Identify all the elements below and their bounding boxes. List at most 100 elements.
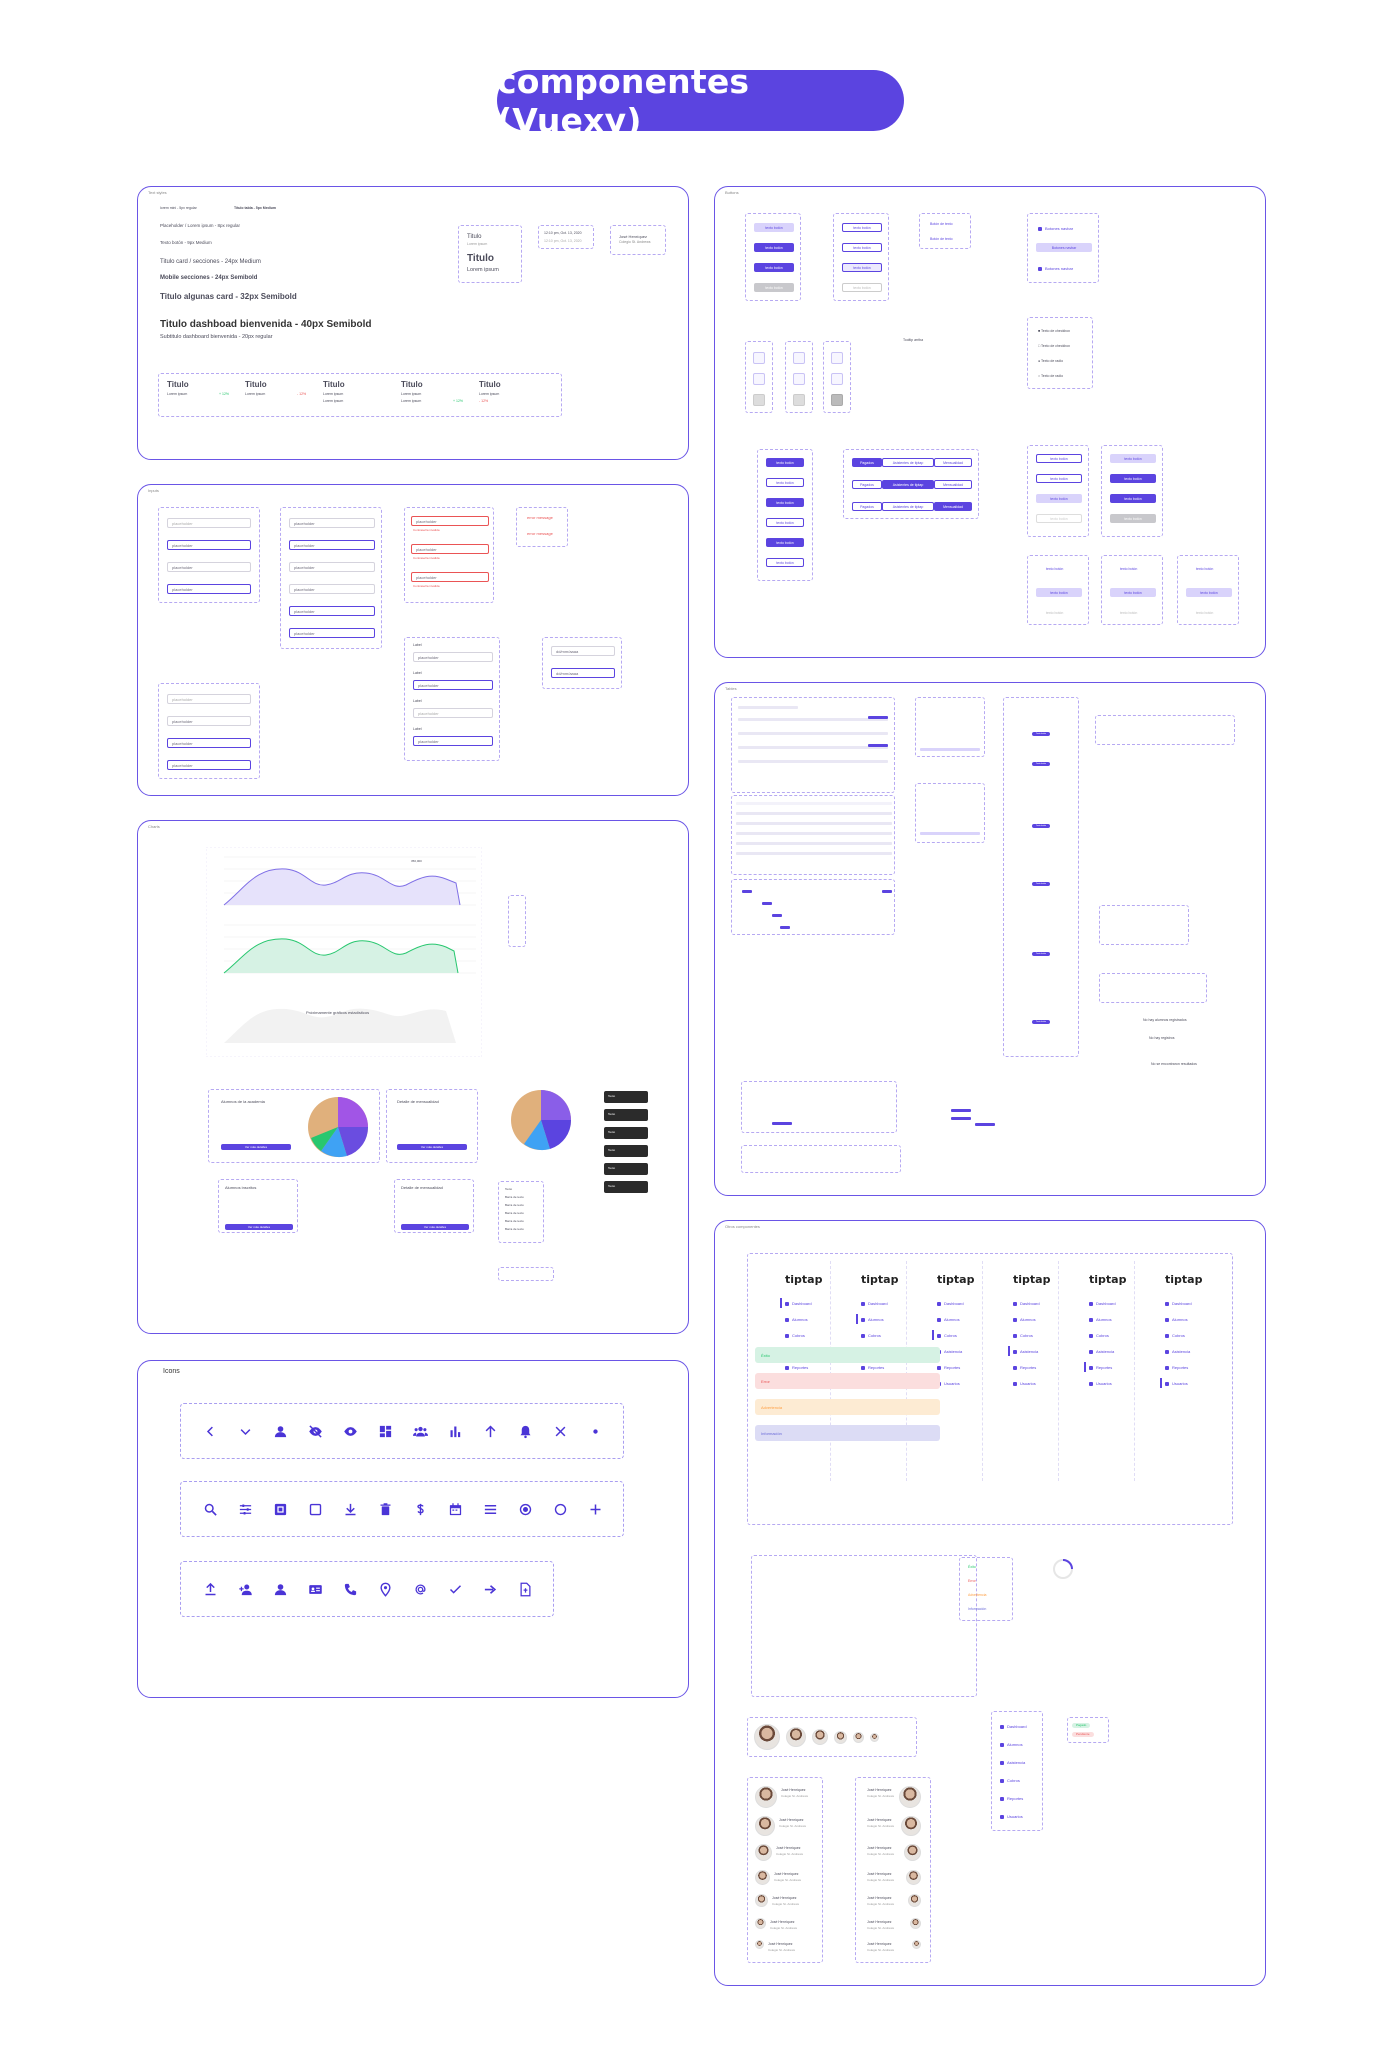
select-input[interactable]: placeholder (413, 736, 493, 746)
sidebar-item[interactable]: Dashboard (937, 1301, 964, 1306)
sidebar-item[interactable]: Dashboard (1165, 1301, 1192, 1306)
error-input[interactable]: placeholder (411, 544, 489, 554)
text-input[interactable]: placeholder (167, 540, 251, 550)
navbar-button[interactable]: Botones navbar (1038, 226, 1073, 231)
compact-sidebar-item[interactable]: Usuarios (1000, 1814, 1023, 1819)
text-button[interactable]: Botón de texto (930, 222, 953, 227)
select-input[interactable]: placeholder (167, 562, 251, 572)
sidebar-item[interactable]: Reportes (861, 1365, 884, 1370)
button-disabled[interactable]: texto botón (754, 283, 794, 292)
button-light[interactable]: texto botón (754, 223, 794, 232)
sidebar-item[interactable]: Reportes (785, 1365, 808, 1370)
button-primary[interactable]: texto botón (766, 538, 804, 547)
navbar-button-active[interactable]: Botones navbar (1036, 243, 1092, 252)
date-input[interactable]: dd/mm/aaaa (551, 668, 615, 678)
compact-sidebar-item[interactable]: Dashboard (1000, 1724, 1027, 1729)
sidebar-item[interactable]: Reportes (1013, 1365, 1036, 1370)
sidebar-item[interactable]: Asistencia (937, 1349, 962, 1354)
segment[interactable]: Mensualidad (934, 502, 972, 511)
button-primary[interactable]: texto botón (766, 458, 804, 467)
sidebar-item[interactable]: Usuarios (1160, 1378, 1188, 1388)
search-input[interactable]: placeholder (167, 716, 251, 726)
password-input[interactable]: placeholder (289, 606, 375, 616)
button-outline[interactable]: texto botón (842, 223, 882, 232)
icon-text-button-disabled[interactable]: texto botón (1110, 514, 1156, 523)
icon-button-disabled[interactable] (753, 394, 765, 406)
segment[interactable]: Pagados (852, 458, 882, 467)
segment[interactable]: Asistentes de tiptap (882, 480, 934, 489)
sidebar-item[interactable]: Cobros (932, 1330, 957, 1340)
radio[interactable]: ○ Texto de radio (1038, 374, 1063, 379)
upload-button-disabled[interactable]: texto botón (1120, 611, 1137, 616)
segment[interactable]: Mensualidad (934, 458, 972, 467)
icon-text-button[interactable]: texto botón (1110, 474, 1156, 483)
button-outline[interactable]: texto botón (766, 518, 804, 527)
sidebar-item[interactable]: Alumnos (856, 1314, 884, 1324)
error-input[interactable]: placeholder (411, 572, 489, 582)
mobile-button[interactable]: Texto botón (1032, 732, 1050, 736)
text-input[interactable]: placeholder (167, 518, 251, 528)
text-input[interactable]: placeholder (413, 680, 493, 690)
mobile-button[interactable]: Texto botón (1032, 824, 1050, 828)
upload-button[interactable]: texto botón (1196, 567, 1213, 572)
error-input[interactable]: placeholder (411, 516, 489, 526)
icon-button[interactable] (753, 352, 765, 364)
compact-sidebar-item[interactable]: Reportes (1000, 1796, 1023, 1801)
sidebar-item[interactable]: Cobros (1165, 1333, 1185, 1338)
dropdown-button[interactable]: texto botón (1036, 454, 1082, 463)
button-outline[interactable]: texto botón (766, 478, 804, 487)
icon-input[interactable]: placeholder (289, 540, 375, 550)
select-input[interactable]: placeholder (167, 584, 251, 594)
icon-button[interactable] (793, 352, 805, 364)
sidebar-item[interactable]: Cobros (861, 1333, 881, 1338)
mobile-button[interactable]: Texto botón (1032, 762, 1050, 766)
icon-button-disabled[interactable] (831, 394, 843, 406)
sidebar-item[interactable]: Alumnos (1089, 1317, 1112, 1322)
segment[interactable]: Pagados (852, 480, 882, 489)
icon-button[interactable] (793, 373, 805, 385)
search-input[interactable]: placeholder (167, 694, 251, 704)
sidebar-item[interactable]: Reportes (937, 1365, 960, 1370)
sidebar-item[interactable]: Asistencia (1165, 1349, 1190, 1354)
upload-button[interactable]: texto botón (1046, 567, 1063, 572)
upload-button[interactable]: texto botón (1110, 588, 1156, 597)
icon-text-button[interactable]: texto botón (1110, 494, 1156, 503)
date-input[interactable]: dd/mm/aaaa (551, 646, 615, 656)
compact-sidebar-item[interactable]: Alumnos (1000, 1742, 1023, 1747)
upload-button[interactable]: texto botón (1186, 588, 1232, 597)
upload-button-disabled[interactable]: texto botón (1046, 611, 1063, 616)
sidebar-item[interactable]: Alumnos (937, 1317, 960, 1322)
text-button[interactable]: Botón de texto (930, 237, 953, 242)
icon-button[interactable] (831, 352, 843, 364)
password-input[interactable]: placeholder (289, 628, 375, 638)
mobile-button[interactable]: Texto botón (1032, 952, 1050, 956)
sidebar-item[interactable]: Cobros (1089, 1333, 1109, 1338)
button-outline[interactable]: texto botón (842, 243, 882, 252)
button-primary[interactable]: texto botón (766, 498, 804, 507)
button-primary[interactable]: texto botón (754, 243, 794, 252)
segment[interactable]: Asistentes de tiptap (882, 502, 934, 511)
password-input[interactable]: placeholder (289, 562, 375, 572)
button-primary[interactable]: texto botón (754, 263, 794, 272)
dropdown-button[interactable]: texto botón (1036, 494, 1082, 503)
button-outline[interactable]: texto botón (766, 558, 804, 567)
sidebar-item[interactable]: Asistencia (1089, 1349, 1114, 1354)
sidebar-item[interactable]: Dashboard (861, 1301, 888, 1306)
mobile-button[interactable]: Texto botón (1032, 882, 1050, 886)
search-input[interactable]: placeholder (167, 760, 251, 770)
checkbox[interactable]: □ Texto de checkbox (1038, 344, 1070, 349)
sidebar-item[interactable]: Dashboard (780, 1298, 812, 1308)
zoom-control[interactable] (508, 895, 526, 947)
sidebar-item[interactable]: Usuarios (1013, 1381, 1036, 1386)
text-input[interactable]: placeholder (413, 652, 493, 662)
icon-text-button[interactable]: texto botón (1110, 454, 1156, 463)
compact-sidebar-item[interactable]: Asistencia (1000, 1760, 1025, 1765)
upload-button-disabled[interactable]: texto botón (1196, 611, 1213, 616)
chart-filter[interactable] (498, 1267, 554, 1281)
sidebar-item[interactable]: Usuarios (937, 1381, 960, 1386)
sidebar-item[interactable]: Alumnos (785, 1317, 808, 1322)
compact-sidebar-item[interactable]: Cobros (1000, 1778, 1020, 1783)
sidebar-item[interactable]: Cobros (1013, 1333, 1033, 1338)
upload-button[interactable]: texto botón (1036, 588, 1082, 597)
search-input[interactable]: placeholder (167, 738, 251, 748)
